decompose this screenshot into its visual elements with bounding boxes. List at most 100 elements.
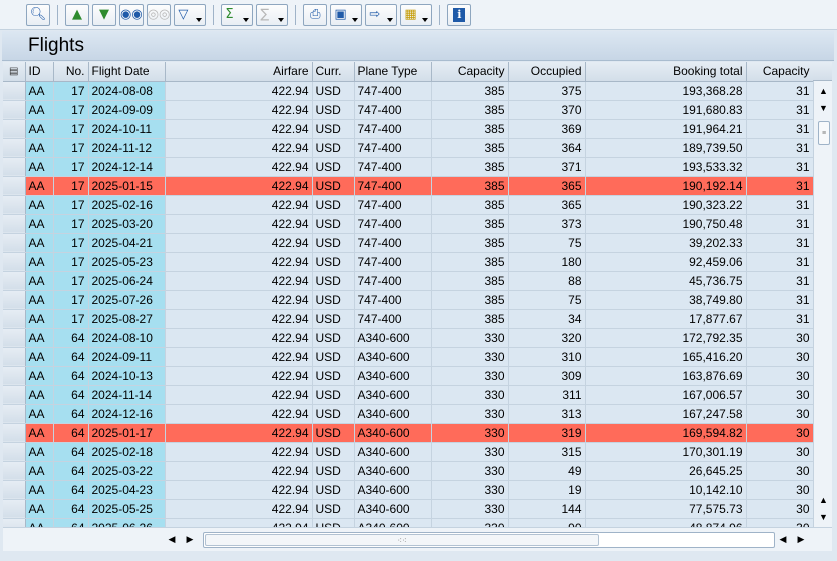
cell-plane-type[interactable]: 747-400: [354, 214, 432, 234]
cell-plane-type[interactable]: 747-400: [354, 81, 432, 101]
cell-currency[interactable]: USD: [312, 366, 355, 386]
cell-plane-type[interactable]: 747-400: [354, 119, 432, 139]
cell-currency[interactable]: USD: [312, 442, 355, 462]
cell-booking-total[interactable]: 17,877.67: [585, 309, 747, 329]
horizontal-scroll-track[interactable]: ⁖⁖: [203, 532, 775, 548]
cell-occupied[interactable]: 320: [508, 328, 586, 348]
subtotal-button[interactable]: ∑: [256, 3, 289, 26]
row-selector[interactable]: [3, 328, 26, 348]
cell-no[interactable]: 64: [53, 461, 89, 481]
cell-airfare[interactable]: 422.94: [165, 271, 313, 291]
row-selector[interactable]: [3, 195, 26, 215]
cell-booking-total[interactable]: 77,575.73: [585, 499, 747, 519]
table-row[interactable]: AA 64 2025-02-18 422.94 USD A340-600 330 315 170…: [3, 442, 813, 462]
scroll-right-icon[interactable]: ▶: [794, 532, 808, 547]
column-header-id[interactable]: ID: [25, 62, 54, 82]
row-selector[interactable]: [3, 366, 26, 386]
cell-capacity-2[interactable]: 31: [746, 100, 813, 120]
cell-capacity[interactable]: 385: [431, 81, 509, 101]
scroll-up-icon[interactable]: ▲: [816, 83, 831, 98]
cell-capacity[interactable]: 385: [431, 309, 509, 329]
table-row[interactable]: AA642025-06-26422.94USDA340-6003309048,8…: [3, 518, 813, 527]
sort-descending-button[interactable]: ▼: [92, 3, 116, 26]
cell-capacity-2[interactable]: 30: [746, 499, 813, 519]
cell-capacity-2[interactable]: 30: [746, 423, 813, 443]
cell-capacity[interactable]: 330: [431, 461, 509, 481]
cell-occupied[interactable]: 315: [508, 442, 586, 462]
cell-capacity[interactable]: 385: [431, 290, 509, 310]
table-row[interactable]: AA 17 2025-02-16 422.94 USD 747-400 385 365 190,…: [3, 195, 813, 215]
cell-flight-date[interactable]: 2024-08-08: [88, 81, 166, 101]
cell-currency[interactable]: USD: [312, 119, 355, 139]
cell-capacity-2[interactable]: 30: [746, 385, 813, 405]
cell-booking-total[interactable]: 172,792.35: [585, 328, 747, 348]
table-row[interactable]: AA 17 2025-07-26 422.94 USD 747-400 385 75 38,74…: [3, 290, 813, 310]
cell-no[interactable]: 17: [53, 119, 89, 139]
cell-capacity[interactable]: 385: [431, 252, 509, 272]
cell-currency[interactable]: USD: [312, 404, 355, 424]
cell-airfare[interactable]: 422.94: [165, 195, 313, 215]
cell-currency[interactable]: USD: [312, 233, 355, 253]
cell-capacity[interactable]: 385: [431, 214, 509, 234]
cell-no[interactable]: 64: [53, 480, 89, 500]
cell-no[interactable]: 17: [53, 157, 89, 177]
cell-id[interactable]: AA: [25, 366, 54, 386]
details-button[interactable]: 🔍︎: [26, 3, 50, 26]
table-row[interactable]: AA 17 2024-09-09 422.94 USD 747-400 385 370 191,…: [3, 100, 813, 120]
cell-currency[interactable]: USD: [312, 176, 355, 196]
cell-capacity-2[interactable]: 31: [746, 157, 813, 177]
cell-capacity[interactable]: 385: [431, 119, 509, 139]
export-button[interactable]: ⇨: [365, 3, 398, 26]
cell-capacity-2[interactable]: 31: [746, 252, 813, 272]
table-row[interactable]: AA 17 2025-08-27 422.94 USD 747-400 385 34 17,87…: [3, 309, 813, 329]
cell-airfare[interactable]: 422.94: [165, 518, 313, 527]
row-selector[interactable]: [3, 176, 26, 196]
table-row[interactable]: AA 17 2025-04-21 422.94 USD 747-400 385 75 39,20…: [3, 233, 813, 253]
column-header-currency[interactable]: Curr.: [312, 62, 355, 82]
table-row[interactable]: AA 64 2024-11-14 422.94 USD A340-600 330 311 167…: [3, 385, 813, 405]
cell-flight-date[interactable]: 2025-06-26: [88, 518, 166, 527]
cell-plane-type[interactable]: 747-400: [354, 157, 432, 177]
cell-flight-date[interactable]: 2025-04-21: [88, 233, 166, 253]
cell-airfare[interactable]: 422.94: [165, 309, 313, 329]
cell-booking-total[interactable]: 193,368.28: [585, 81, 747, 101]
cell-airfare[interactable]: 422.94: [165, 100, 313, 120]
cell-no[interactable]: 64: [53, 366, 89, 386]
cell-capacity-2[interactable]: 30: [746, 442, 813, 462]
cell-flight-date[interactable]: 2024-10-13: [88, 366, 166, 386]
cell-flight-date[interactable]: 2024-09-09: [88, 100, 166, 120]
cell-occupied[interactable]: 90: [508, 518, 586, 527]
cell-plane-type[interactable]: A340-600: [354, 385, 432, 405]
cell-capacity[interactable]: 330: [431, 347, 509, 367]
cell-plane-type[interactable]: A340-600: [354, 328, 432, 348]
cell-id[interactable]: AA: [25, 309, 54, 329]
cell-airfare[interactable]: 422.94: [165, 138, 313, 158]
cell-plane-type[interactable]: A340-600: [354, 347, 432, 367]
row-selector[interactable]: [3, 347, 26, 367]
table-row[interactable]: AA 17 2025-06-24 422.94 USD 747-400 385 88 45,73…: [3, 271, 813, 291]
row-selector[interactable]: [3, 81, 26, 101]
row-selector[interactable]: [3, 214, 26, 234]
scroll-right-small-icon[interactable]: ▶: [183, 532, 197, 547]
cell-id[interactable]: AA: [25, 347, 54, 367]
cell-occupied[interactable]: 309: [508, 366, 586, 386]
cell-booking-total[interactable]: 190,323.22: [585, 195, 747, 215]
cell-id[interactable]: AA: [25, 328, 54, 348]
cell-capacity-2[interactable]: 31: [746, 176, 813, 196]
cell-no[interactable]: 64: [53, 423, 89, 443]
scroll-down-small-icon[interactable]: ▼: [816, 100, 831, 115]
horizontal-scroll-thumb[interactable]: ⁖⁖: [205, 534, 599, 546]
cell-currency[interactable]: USD: [312, 195, 355, 215]
cell-plane-type[interactable]: A340-600: [354, 366, 432, 386]
cell-capacity-2[interactable]: 31: [746, 309, 813, 329]
column-header-plane-type[interactable]: Plane Type: [354, 62, 432, 82]
cell-booking-total[interactable]: 165,416.20: [585, 347, 747, 367]
cell-occupied[interactable]: 180: [508, 252, 586, 272]
cell-id[interactable]: AA: [25, 480, 54, 500]
cell-currency[interactable]: USD: [312, 480, 355, 500]
cell-id[interactable]: AA: [25, 233, 54, 253]
table-row[interactable]: AA 64 2024-08-10 422.94 USD A340-600 330 320 172…: [3, 328, 813, 348]
cell-capacity-2[interactable]: 31: [746, 138, 813, 158]
cell-id[interactable]: AA: [25, 271, 54, 291]
cell-booking-total[interactable]: 190,192.14: [585, 176, 747, 196]
